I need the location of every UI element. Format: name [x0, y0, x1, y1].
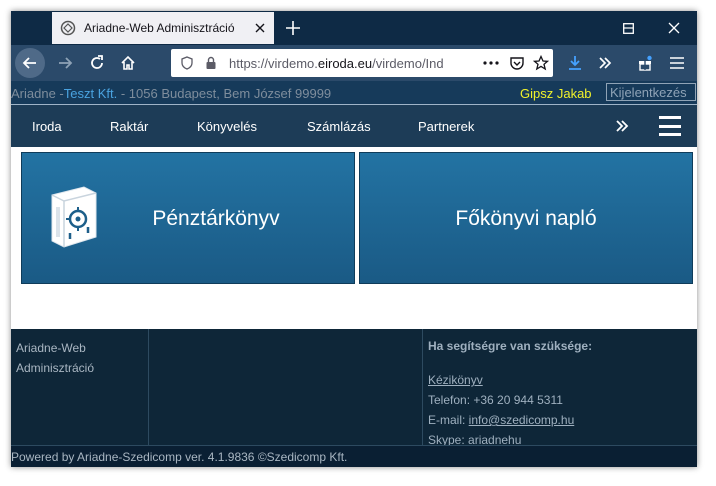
- home-icon[interactable]: [114, 49, 142, 77]
- url-suffix: /virdemo/Ind: [372, 56, 444, 71]
- menu-item-iroda[interactable]: Iroda: [32, 119, 62, 134]
- menu-bar-line: [659, 116, 681, 119]
- footer-brand: Ariadne-Web Adminisztráció: [16, 338, 94, 378]
- logout-button[interactable]: Kijelentkezés: [606, 83, 696, 101]
- url-prefix: https://virdemo.: [229, 56, 318, 71]
- powered-by-bar: Powered by Ariadne-Szedicomp ver. 4.1.98…: [11, 445, 697, 467]
- footer: Ariadne-Web Adminisztráció Ha segítségre…: [11, 329, 697, 447]
- plus-icon[interactable]: [283, 18, 303, 38]
- app-name: Ariadne -: [11, 86, 64, 101]
- phone-text: Telefon: +36 20 944 5311: [428, 393, 563, 407]
- menu-item-szamlazas[interactable]: Számlázás: [307, 119, 371, 134]
- tab-title: Ariadne-Web Adminisztráció: [84, 21, 235, 35]
- chevrons-right-icon[interactable]: [591, 49, 619, 77]
- main-menu: Iroda Raktár Könyvelés Számlázás Partner…: [11, 105, 697, 147]
- email-link[interactable]: info@szedicomp.hu: [469, 413, 575, 427]
- shield-icon[interactable]: [179, 55, 195, 71]
- lock-icon[interactable]: [203, 55, 219, 71]
- reload-icon[interactable]: [83, 49, 111, 77]
- tab-bar: Ariadne-Web Adminisztráció: [11, 11, 697, 45]
- footer-divider: [422, 329, 423, 445]
- menu-item-partnerek[interactable]: Partnerek: [418, 119, 474, 134]
- browser-tab[interactable]: Ariadne-Web Adminisztráció: [52, 12, 274, 44]
- ariadne-favicon: [60, 20, 76, 36]
- company-info: Ariadne -Teszt Kft. - 1056 Budapest, Bem…: [11, 86, 331, 101]
- manual-link[interactable]: Kézikönyv: [428, 373, 483, 387]
- menu-icon[interactable]: [659, 116, 681, 136]
- footer-brand-line2: Adminisztráció: [16, 361, 95, 375]
- card-fokonyvi-naplo[interactable]: Főkönyvi napló: [359, 152, 693, 284]
- star-icon[interactable]: [533, 55, 549, 71]
- email-row: E-mail: info@szedicomp.hu: [428, 413, 574, 427]
- back-icon[interactable]: [15, 48, 45, 78]
- user-name: Gipsz Jakab: [520, 86, 592, 101]
- firm-name: Teszt Kft.: [63, 86, 118, 101]
- browser-window: Ariadne-Web Adminisztráció https://virde…: [11, 11, 697, 467]
- card-title-penztarkonyv: Pénztárkönyv: [152, 207, 280, 230]
- more-dots-icon[interactable]: [483, 55, 499, 71]
- footer-brand-line1: Ariadne-Web: [16, 341, 86, 355]
- email-label: E-mail:: [428, 413, 469, 427]
- menu-item-raktar[interactable]: Raktár: [110, 119, 148, 134]
- maximize-icon[interactable]: [605, 11, 651, 45]
- menu-icon[interactable]: [663, 49, 691, 77]
- card-title-fokonyvi-naplo: Főkönyvi napló: [455, 207, 597, 230]
- firm-address: - 1056 Budapest, Bem József 99999: [120, 86, 332, 101]
- url-bar[interactable]: https://virdemo.eiroda.eu/virdemo/Ind: [171, 49, 553, 77]
- menu-bar-line: [659, 124, 681, 128]
- footer-divider: [148, 329, 149, 445]
- gift-icon[interactable]: [631, 49, 659, 77]
- close-icon[interactable]: [651, 11, 697, 45]
- dashboard-content: Pénztárkönyv Főkönyvi napló: [11, 147, 697, 329]
- navigation-bar: https://virdemo.eiroda.eu/virdemo/Ind: [11, 45, 697, 81]
- url-text[interactable]: https://virdemo.eiroda.eu/virdemo/Ind: [229, 56, 479, 71]
- pocket-icon[interactable]: [509, 55, 525, 71]
- close-icon[interactable]: [252, 20, 268, 36]
- forward-icon[interactable]: [51, 49, 79, 77]
- url-domain: eiroda.eu: [317, 56, 373, 71]
- chevrons-right-icon[interactable]: [613, 117, 631, 135]
- site-info-bar: Ariadne -Teszt Kft. - 1056 Budapest, Bem…: [11, 81, 697, 105]
- download-icon[interactable]: [561, 49, 589, 77]
- menu-bar-line: [659, 133, 681, 136]
- powered-by-text: Powered by Ariadne-Szedicomp ver. 4.1.98…: [11, 450, 348, 464]
- help-title: Ha segítségre van szüksége:: [428, 339, 593, 353]
- card-penztarkonyv[interactable]: Pénztárkönyv: [21, 152, 355, 284]
- window-controls: [605, 11, 697, 45]
- menu-item-konyveles[interactable]: Könyvelés: [197, 119, 257, 134]
